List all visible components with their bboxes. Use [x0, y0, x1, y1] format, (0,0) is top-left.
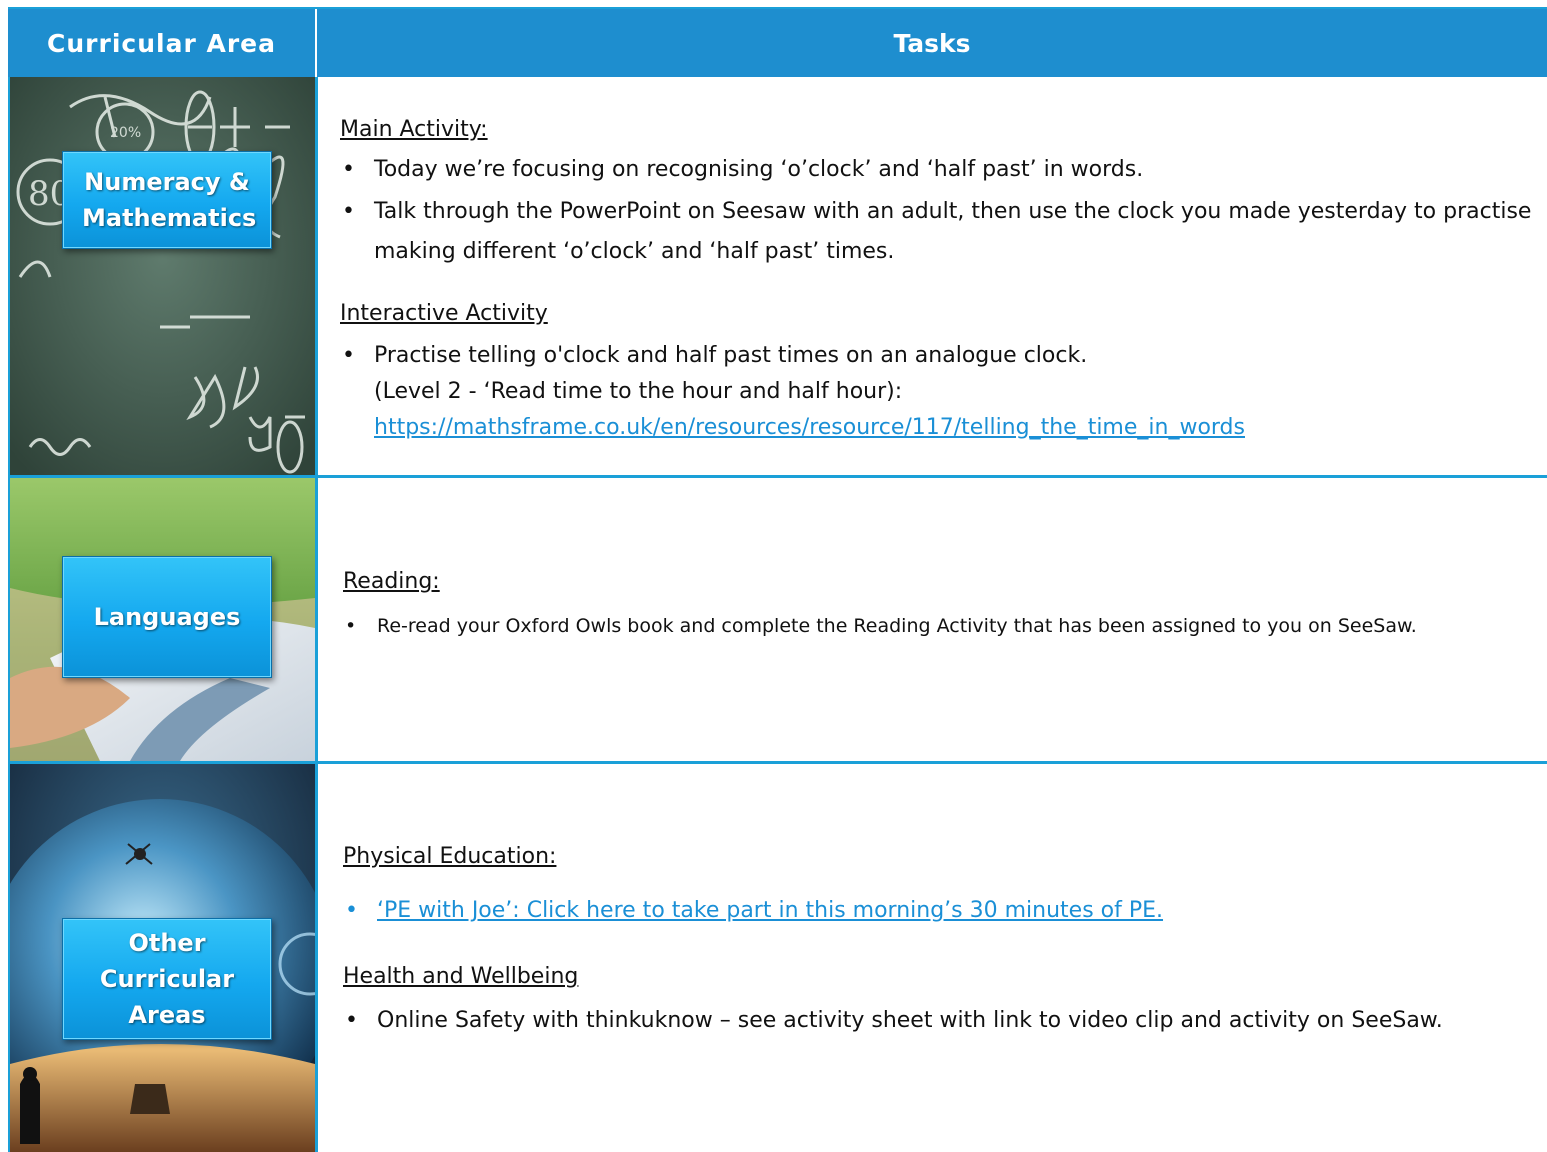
area-label-other: Other Curricular Areas	[62, 918, 272, 1040]
area-label-text: Other Curricular Areas	[99, 929, 235, 1029]
list-item-text: Practise telling o'clock and half past t…	[374, 343, 1088, 368]
list-item: ‘PE with Joe’: Click here to take part i…	[343, 891, 1533, 931]
list-item: Talk through the PowerPoint on Seesaw wi…	[340, 192, 1533, 272]
list-item-text: (Level 2 - ‘Read time to the hour and ha…	[374, 379, 903, 404]
pe-with-joe-link[interactable]: ‘PE with Joe’: Click here to take part i…	[377, 898, 1163, 923]
header-curricular-area: Curricular Area	[8, 9, 315, 77]
list-item: Practise telling o'clock and half past t…	[340, 338, 1533, 446]
area-label-languages: Languages	[62, 556, 272, 678]
section-heading: Main Activity:	[340, 117, 488, 142]
section-heading: Health and Wellbeing	[343, 964, 579, 989]
list-item: Online Safety with thinkuknow – see acti…	[343, 1001, 1533, 1041]
area-label-text: Numeracy & Mathematics	[82, 168, 257, 232]
list-item: Today we’re focusing on recognising ‘o’c…	[340, 150, 1533, 190]
section-heading: Physical Education:	[343, 844, 557, 869]
section-heading: Interactive Activity	[340, 301, 548, 326]
header-tasks: Tasks	[317, 9, 1547, 77]
area-label-numeracy: Numeracy & Mathematics	[62, 151, 272, 249]
mathsframe-link[interactable]: https://mathsframe.co.uk/en/resources/re…	[374, 415, 1245, 440]
area-label-text: Languages	[93, 603, 241, 631]
section-heading: Reading:	[343, 569, 440, 594]
chalkboard-image: 80% 20%	[10, 77, 315, 475]
tasks-languages: Reading: Re-read your Oxford Owls book a…	[343, 562, 1533, 644]
column-divider	[315, 77, 318, 1152]
tasks-other: Physical Education: ‘PE with Joe’: Click…	[343, 837, 1533, 1041]
tasks-numeracy: Main Activity: Today we’re focusing on r…	[340, 110, 1533, 446]
svg-text:20%: 20%	[110, 125, 141, 141]
list-item: Re-read your Oxford Owls book and comple…	[343, 608, 1533, 644]
